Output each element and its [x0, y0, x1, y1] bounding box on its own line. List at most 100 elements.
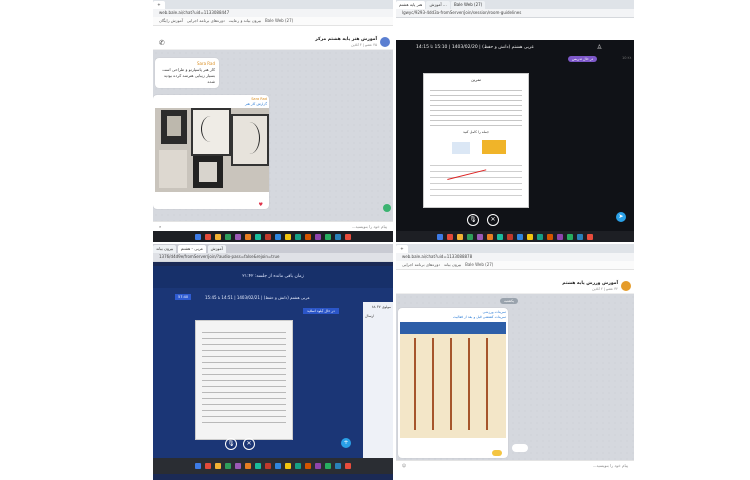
taskbar-app-icon[interactable]: [335, 463, 341, 469]
browser-tab[interactable]: آموزش: [207, 245, 226, 253]
taskbar-app-icon[interactable]: [225, 233, 231, 240]
message-input[interactable]: پیام خود را بنویسید... ☺: [396, 460, 634, 471]
emoji-icon[interactable]: ☺: [402, 463, 406, 468]
taskbar-app-icon[interactable]: [315, 233, 321, 240]
taskbar-app-icon[interactable]: [265, 233, 271, 240]
user-icon[interactable]: ♙: [597, 44, 602, 51]
taskbar-app-icon[interactable]: [205, 463, 211, 469]
taskbar-app-icon[interactable]: [275, 233, 281, 240]
taskbar-app-icon[interactable]: [537, 233, 543, 240]
browser-tab[interactable]: بیرون بیاند: [153, 245, 177, 253]
taskbar-app-icon[interactable]: [527, 233, 533, 240]
bookmark-item[interactable]: دوره‌های برنامه اجرایی: [187, 18, 225, 23]
scroll-down-button[interactable]: [383, 204, 391, 212]
phone-icon[interactable]: ✆: [159, 39, 165, 47]
taskbar-app-icon[interactable]: [315, 463, 321, 469]
date-chip: یکشنبه: [500, 298, 519, 304]
camera-button[interactable]: ✕: [243, 438, 255, 450]
taskbar-app-icon[interactable]: [325, 463, 331, 469]
share-button[interactable]: ➤: [616, 212, 626, 222]
taskbar-app-icon[interactable]: [457, 233, 463, 240]
reply-caption: گزارش کار هنر: [244, 102, 267, 106]
exercise-poster[interactable]: [400, 322, 506, 438]
browser-tab[interactable]: +: [153, 1, 165, 9]
taskbar-app-icon[interactable]: [245, 233, 251, 240]
bookmarks-bar: بیرون بیاند و رعایت دوره‌های برنامه اجرا…: [153, 17, 393, 26]
taskbar-app-icon[interactable]: [305, 463, 311, 469]
reaction-heart[interactable]: ♥: [259, 202, 263, 208]
share-button[interactable]: +: [341, 438, 351, 448]
screenshot-top-left: + web.bale.ai/chat?uid=1133088447 بیرون …: [153, 0, 393, 242]
taskbar-app-icon[interactable]: [215, 463, 221, 469]
mic-button[interactable]: 🎙: [225, 438, 237, 450]
bookmark-item[interactable]: بیرون بیاند: [444, 262, 461, 267]
taskbar-app-icon[interactable]: [557, 233, 563, 240]
taskbar-app-icon[interactable]: [345, 233, 351, 240]
taskbar-app-icon[interactable]: [547, 233, 553, 240]
taskbar-app-icon[interactable]: [195, 463, 201, 469]
bookmark-item[interactable]: Bale Web (27): [265, 18, 293, 23]
taskbar-app-icon[interactable]: [245, 463, 251, 469]
slide-document[interactable]: تمرین جمله را کامل کنید: [423, 73, 529, 208]
taskbar-app-icon[interactable]: [477, 233, 483, 240]
taskbar-app-icon[interactable]: [255, 463, 261, 469]
taskbar-app-icon[interactable]: [345, 463, 351, 469]
taskbar-app-icon[interactable]: [335, 233, 341, 240]
bookmark-item[interactable]: دوره‌های برنامه اجرایی: [402, 262, 440, 267]
taskbar-app-icon[interactable]: [235, 463, 241, 469]
taskbar-app-icon[interactable]: [497, 233, 503, 240]
address-bar[interactable]: lgwyc/9293-4dd3a-fromServer/join/session…: [396, 9, 634, 18]
status-badge: در حال تدریس: [568, 56, 598, 62]
bookmark-item[interactable]: بیرون بیاند و رعایت: [229, 18, 261, 23]
browser-tab[interactable]: عربی - هشتم: [177, 245, 207, 253]
slide-document[interactable]: [195, 320, 293, 440]
chat-avatar[interactable]: [621, 281, 631, 291]
taskbar-app-icon[interactable]: [215, 233, 221, 240]
taskbar-app-icon[interactable]: [467, 233, 473, 240]
taskbar-app-icon[interactable]: [235, 233, 241, 240]
taskbar-app-icon[interactable]: [567, 233, 573, 240]
taskbar-app-icon[interactable]: [255, 233, 261, 240]
taskbar-app-icon[interactable]: [325, 233, 331, 240]
bookmark-item[interactable]: آموزش رایگان: [159, 18, 183, 23]
address-bar[interactable]: 1376/d4d9e/fromServer/join/?audio-pass=f…: [153, 253, 393, 262]
taskbar-app-icon[interactable]: [195, 233, 201, 240]
taskbar-app-icon[interactable]: [205, 233, 211, 240]
photo-message[interactable]: Sara Rad گزارش کار هنر ♥: [153, 95, 269, 209]
class-room: 57:40 عربی هشتم (دانش و حفظ) | 1403/02/2…: [153, 288, 393, 458]
taskbar-app-icon[interactable]: [517, 233, 523, 240]
class-title: عربی هشتم (دانش و حفظ) | 1403/02/20 | 15…: [416, 45, 535, 50]
taskbar-app-icon[interactable]: [305, 233, 311, 240]
side-badge: مولوی ۳۷ ۸۸: [371, 305, 391, 309]
taskbar-app-icon[interactable]: [507, 233, 513, 240]
browser-tab[interactable]: +: [396, 245, 408, 253]
taskbar-app-icon[interactable]: [577, 233, 583, 240]
chat-avatar[interactable]: [380, 37, 390, 47]
action-button[interactable]: [512, 444, 528, 452]
side-panel: مولوی ۳۷ ۸۸ ارسال: [363, 302, 393, 458]
doc-heading: تمرین: [471, 77, 481, 82]
taskbar-app-icon[interactable]: [285, 233, 291, 240]
mic-button[interactable]: 🎙: [467, 214, 479, 226]
camera-button[interactable]: ✕: [487, 214, 499, 226]
taskbar-app-icon[interactable]: [587, 233, 593, 240]
browser-tab[interactable]: هنر پایه هشتم: [396, 1, 426, 9]
bookmark-item[interactable]: Bale Web (27): [465, 262, 493, 267]
photo-message[interactable]: تمرینات ورزشی تمرینات کششی قبل و بعد از …: [398, 308, 508, 458]
taskbar-app-icon[interactable]: [275, 463, 281, 469]
taskbar-app-icon[interactable]: [295, 463, 301, 469]
browser-tab[interactable]: آموزش ...: [426, 1, 450, 9]
taskbar-app-icon[interactable]: [437, 233, 443, 240]
browser-tabstrip: +: [396, 244, 634, 253]
input-placeholder: پیام خود را بنویسید...: [592, 463, 628, 468]
taskbar-app-icon[interactable]: [225, 463, 231, 469]
taskbar-app-icon[interactable]: [447, 233, 453, 240]
screenshot-bottom-right: + web.bale.ai/chat?uid=1133088878 بیرون …: [396, 244, 634, 480]
taskbar-app-icon[interactable]: [295, 233, 301, 240]
browser-tab[interactable]: Bale Web (27): [451, 1, 486, 9]
taskbar-app-icon[interactable]: [487, 233, 493, 240]
taskbar-app-icon[interactable]: [265, 463, 271, 469]
attach-icon[interactable]: ⌕: [159, 224, 161, 229]
art-photo[interactable]: [155, 108, 269, 192]
taskbar-app-icon[interactable]: [285, 463, 291, 469]
